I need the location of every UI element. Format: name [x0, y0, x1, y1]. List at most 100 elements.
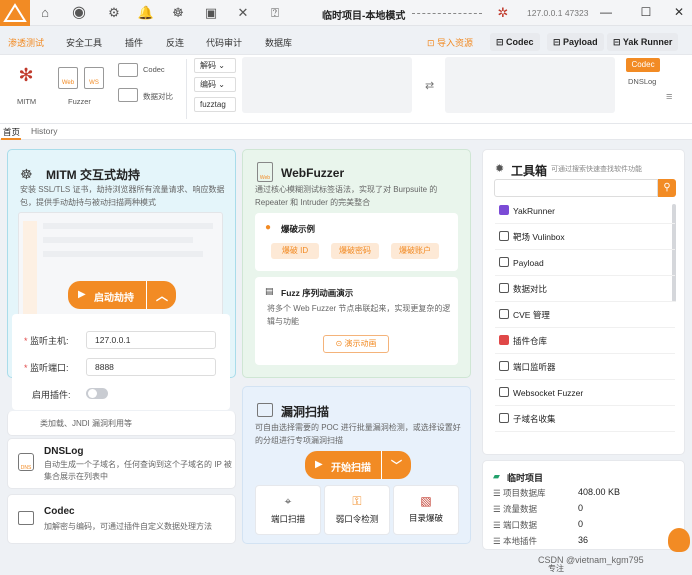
blast-account-chip[interactable]: 爆破账户 — [391, 243, 439, 259]
codec-input-area[interactable] — [242, 57, 412, 113]
start-scan-button[interactable]: ▶ 开始扫描 ﹀ — [305, 451, 411, 479]
plugin-toggle[interactable] — [86, 388, 108, 399]
port-input[interactable]: 8888 — [86, 358, 216, 376]
demo-animation-button[interactable]: ⊙ 演示动画 — [323, 335, 389, 353]
import-resources-button[interactable]: ⊡ 导入资源 — [427, 36, 473, 49]
project-card: ▰ 临时项目 ☰ 项目数据库 408.00 KB ☰ 流量数据 0 ☰ 端口数据… — [482, 460, 685, 550]
webfuzzer-desc: 通过核心模糊测试标签语法，实现了对 Burpsuite 的 Repeater 和… — [255, 185, 438, 207]
menu-database[interactable]: 数据库 — [265, 36, 292, 49]
decode-select[interactable]: 解码 ⌄ — [194, 58, 236, 73]
tool-payload[interactable]: Payload — [495, 250, 675, 276]
dnslog-title: DNSLog — [44, 446, 84, 457]
swap-icon[interactable]: ⇄ — [425, 79, 434, 92]
codec-output-area[interactable] — [445, 57, 615, 113]
preview-line — [43, 237, 193, 243]
webfuzzer-title: WebFuzzer — [281, 166, 345, 180]
mitm-config-form: * 监听主机: 127.0.0.1 * 监听端口: 8888 启用插件: — [12, 314, 230, 410]
tab-history[interactable]: History — [31, 126, 57, 136]
notification-icon[interactable]: 🔔 — [137, 4, 155, 22]
payload-button[interactable]: ⊟ Payload — [547, 33, 604, 51]
codec-tool-icon[interactable] — [118, 63, 138, 77]
port-scan-button[interactable]: ⌖ 端口扫描 — [255, 485, 321, 535]
tool-vulinbox[interactable]: 靶场 Vulinbox — [495, 224, 675, 250]
sequence-desc: 将多个 Web Fuzzer 节点串联起来，实现更复杂的逻辑与功能 — [267, 304, 451, 326]
compare-tool-label[interactable]: 数据对比 — [143, 91, 173, 102]
maximize-button[interactable]: ☐ — [637, 3, 655, 21]
web-fuzzer-icon[interactable]: Web — [58, 67, 78, 89]
encode-select[interactable]: 编码 ⌄ — [194, 77, 236, 92]
local-plugins-label: ☰ 本地插件 — [493, 536, 537, 546]
quick-toolbar: ✻ MITM Web WS Fuzzer Codec 数据对比 解码 ⌄ 编码 … — [0, 54, 692, 124]
bug-icon[interactable]: ☸ — [169, 4, 187, 22]
tool-compare[interactable]: 数据对比 — [495, 276, 675, 302]
home-icon[interactable]: ⌂ — [36, 4, 54, 22]
fuzztag-button[interactable]: fuzztag — [194, 97, 236, 112]
codec-tool-label[interactable]: Codec — [143, 65, 165, 74]
settings-icon[interactable]: ⚙ — [105, 4, 123, 22]
menu-code-audit[interactable]: 代码审计 — [206, 36, 242, 49]
chevron-up-icon[interactable]: ︿ — [156, 287, 168, 304]
codec-chip[interactable]: Codec — [626, 58, 660, 72]
menu-pentest[interactable]: 渗透测试 — [8, 36, 44, 49]
codec-title: Codec — [44, 506, 75, 517]
avatar[interactable]: ◉ — [70, 4, 88, 22]
toolbox-search-input[interactable] — [494, 179, 658, 197]
collapse-icon[interactable]: ≡ — [666, 91, 672, 103]
search-icon[interactable]: ⚲ — [658, 179, 676, 197]
blast-password-chip[interactable]: 爆破密码 — [331, 243, 379, 259]
vuln-scan-desc: 可自由选择需要的 POC 进行批量漏洞检测，或选择设置好的分组进行专项漏洞扫描 — [255, 423, 461, 445]
blast-title: 爆破示例 — [281, 224, 316, 234]
yak-runner-button[interactable]: ⊟ Yak Runner — [607, 33, 679, 51]
help-icon[interactable]: ⍰ — [266, 4, 284, 22]
menu-reverse[interactable]: 反连 — [166, 36, 184, 49]
tool-plugin-store[interactable]: 插件仓库 — [495, 328, 675, 354]
split-divider — [381, 451, 382, 479]
compare-tool-icon[interactable] — [118, 88, 138, 102]
hidden-card: 类加载、JNDI 漏洞利用等 — [7, 411, 236, 436]
vuln-scan-title: 漏洞扫描 — [281, 405, 330, 419]
preview-line — [43, 223, 213, 229]
blast-id-chip[interactable]: 爆破 ID — [271, 243, 319, 259]
hidden-card-desc: 类加载、JNDI 漏洞利用等 — [40, 419, 132, 428]
folder-icon: ▧ — [420, 494, 432, 508]
dir-blast-button[interactable]: ▧ 目录爆破 — [393, 485, 459, 535]
webfuzzer-card: Web WebFuzzer 通过核心模糊测试标签语法，实现了对 Burpsuit… — [242, 149, 471, 378]
tool-websocket-fuzzer[interactable]: Websocket Fuzzer — [495, 380, 675, 406]
title-bar: ⌂ ◉ ⚙ 🔔 ☸ ▣ ✕ ⍰ 临时项目-本地模式 ✲ 127.0.0.1 47… — [0, 0, 692, 26]
mitm-title: MITM 交互式劫持 — [46, 168, 140, 182]
vuln-scan-icon — [257, 403, 273, 417]
weak-password-button[interactable]: ⚿ 弱口令检测 — [324, 485, 390, 535]
chevron-down-icon[interactable]: ﹀ — [391, 457, 402, 473]
tab-home[interactable]: 首页 — [3, 126, 20, 138]
toolbar-divider — [186, 59, 187, 119]
minimize-button[interactable]: — — [597, 3, 615, 21]
tools-icon[interactable]: ✕ — [234, 4, 252, 22]
preview-sidebar — [23, 221, 37, 317]
mitm-label[interactable]: MITM — [17, 97, 36, 106]
db-size-value: 408.00 KB — [578, 487, 621, 497]
start-hijack-button[interactable]: ▶ 启动劫持 ︿ — [68, 281, 176, 309]
vuln-scan-card: 漏洞扫描 可自由选择需要的 POC 进行批量漏洞检测，或选择设置好的分组进行专项… — [242, 386, 471, 544]
tool-yakrunner[interactable]: YakRunner — [495, 198, 675, 224]
tool-port-listener[interactable]: 端口监听器 — [495, 354, 675, 380]
fuzzer-label[interactable]: Fuzzer — [68, 97, 91, 106]
tool-cve[interactable]: CVE 管理 — [495, 302, 675, 328]
host-input[interactable]: 127.0.0.1 — [86, 331, 216, 349]
ws-fuzzer-icon[interactable]: WS — [84, 67, 104, 89]
dnslog-chip[interactable]: DNSLog — [628, 77, 656, 86]
traffic-label: ☰ 流量数据 — [493, 504, 537, 514]
mitm-icon[interactable]: ✻ — [12, 65, 40, 89]
terminal-icon[interactable]: ▣ — [202, 4, 220, 22]
codec-button[interactable]: ⊟ Codec — [490, 33, 540, 51]
port-data-label: ☰ 端口数据 — [493, 520, 537, 530]
close-button[interactable]: ✕ — [670, 3, 688, 21]
menu-bar: 渗透测试 安全工具 插件 反连 代码审计 数据库 ⊡ 导入资源 ⊟ Codec … — [0, 30, 692, 52]
engine-icon[interactable]: ✲ — [494, 4, 512, 22]
webfuzzer-icon: Web — [257, 162, 273, 182]
tool-subdomain[interactable]: 子域名收集 — [495, 406, 675, 432]
mitm-desc: 安装 SSL/TLS 证书，劫持浏览器所有流量请求、响应数据包，提供手动劫持与被… — [20, 185, 225, 207]
menu-security-tools[interactable]: 安全工具 — [66, 36, 102, 49]
local-plugins-value: 36 — [578, 535, 589, 545]
mascot-icon[interactable] — [668, 528, 690, 552]
menu-plugins[interactable]: 插件 — [125, 36, 143, 49]
